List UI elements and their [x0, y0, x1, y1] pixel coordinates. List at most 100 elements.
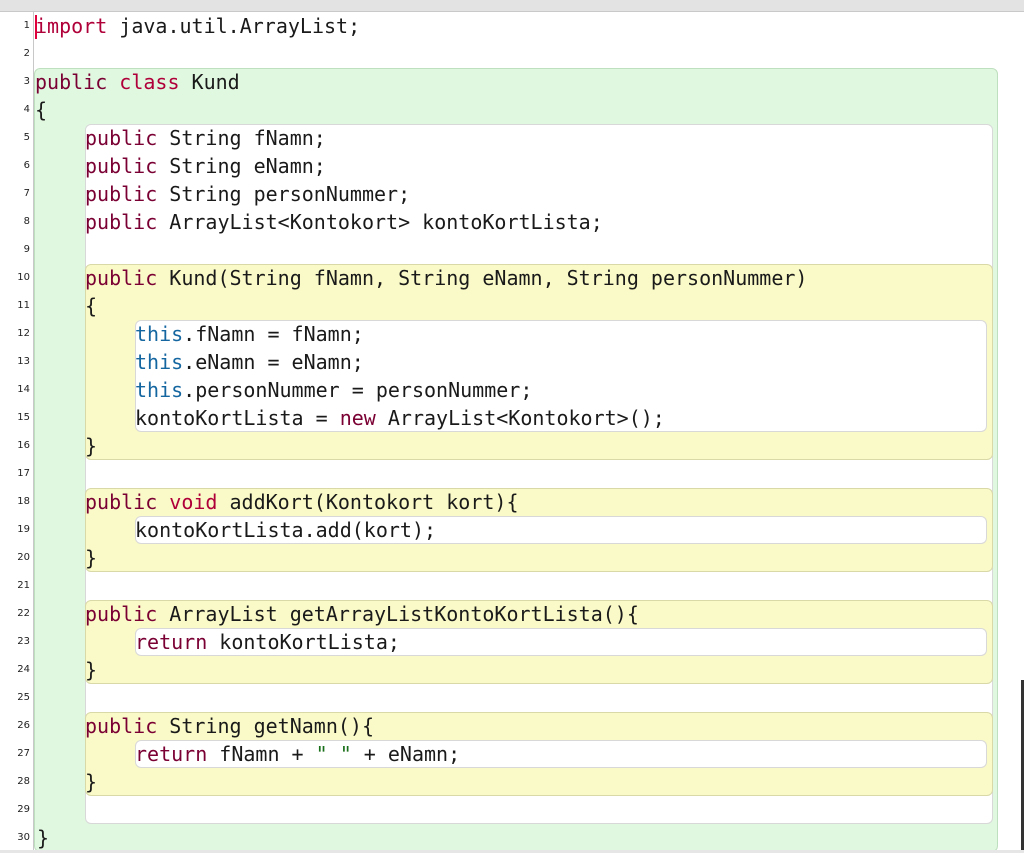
text-caret — [35, 15, 37, 39]
code-line[interactable]: return fNamn + " " + eNamn; — [135, 740, 460, 768]
code-token: public — [35, 70, 108, 94]
line-number: 14 — [17, 384, 30, 395]
code-token: { — [85, 294, 98, 318]
code-token: Kund — [179, 70, 240, 94]
line-number: 26 — [17, 720, 30, 731]
line-number: 9 — [23, 244, 30, 255]
line-number: 21 — [17, 580, 30, 591]
code-line[interactable]: public String getNamn(){ — [85, 712, 374, 740]
code-line[interactable]: public ArrayList<Kontokort> kontoKortLis… — [85, 208, 603, 236]
code-token: public — [85, 490, 158, 514]
line-number: 13 — [17, 356, 30, 367]
code-line[interactable]: } — [85, 432, 97, 460]
code-token: public — [85, 602, 158, 626]
code-line[interactable]: public class Kund — [35, 68, 240, 96]
code-line[interactable]: this.eNamn = eNamn; — [135, 348, 364, 376]
code-line[interactable]: import java.util.ArrayList; — [35, 12, 360, 40]
code-token: java.util.ArrayList; — [107, 14, 361, 38]
code-token: } — [37, 826, 50, 850]
line-number: 7 — [23, 188, 30, 199]
code-token: " " — [315, 742, 352, 766]
code-token: void — [169, 490, 218, 514]
line-number: 12 — [17, 328, 30, 339]
code-line[interactable]: public String eNamn; — [85, 152, 326, 180]
line-number: 3 — [23, 76, 30, 87]
code-token: public — [85, 182, 158, 206]
code-line[interactable]: kontoKortLista.add(kort); — [135, 516, 436, 544]
code-line[interactable]: this.fNamn = fNamn; — [135, 320, 364, 348]
code-token: } — [85, 434, 98, 458]
code-line[interactable]: public void addKort(Kontokort kort){ — [85, 488, 519, 516]
code-token: addKort(Kontokort kort){ — [217, 490, 519, 514]
line-number: 15 — [17, 412, 30, 423]
code-token: kontoKortLista.add(kort); — [135, 518, 437, 542]
line-number: 30 — [17, 832, 30, 843]
line-number: 28 — [17, 776, 30, 787]
code-line[interactable]: this.personNummer = personNummer; — [135, 376, 532, 404]
code-token: } — [85, 658, 98, 682]
code-line[interactable]: public String personNummer; — [85, 180, 410, 208]
code-line[interactable]: public String fNamn; — [85, 124, 326, 152]
code-token: public — [85, 714, 158, 738]
line-number: 24 — [17, 664, 30, 675]
line-number: 4 — [23, 104, 30, 115]
line-number: 29 — [17, 804, 30, 815]
code-token: kontoKortLista; — [207, 630, 400, 654]
code-token: ArrayList getArrayListKontoKortLista(){ — [157, 602, 639, 626]
code-token: .personNummer = personNummer; — [183, 378, 533, 402]
code-line[interactable]: } — [85, 768, 97, 796]
code-line[interactable]: return kontoKortLista; — [135, 628, 400, 656]
code-token: .fNamn = fNamn; — [183, 322, 364, 346]
code-token: return — [135, 742, 208, 766]
code-token: this — [135, 350, 184, 374]
code-token: class — [119, 70, 180, 94]
code-token: String fNamn; — [157, 126, 326, 150]
line-number: 22 — [17, 608, 30, 619]
code-token: ArrayList<Kontokort>(); — [375, 406, 665, 430]
line-number: 11 — [17, 300, 30, 311]
code-token: { — [35, 98, 48, 122]
code-line[interactable]: } — [85, 544, 97, 572]
code-token: .eNamn = eNamn; — [183, 350, 364, 374]
line-number: 5 — [23, 132, 30, 143]
line-number: 17 — [17, 468, 30, 479]
line-number: 20 — [17, 552, 30, 563]
line-number: 19 — [17, 524, 30, 535]
line-number: 18 — [17, 496, 30, 507]
code-line[interactable]: } — [85, 656, 97, 684]
code-token: public — [85, 210, 158, 234]
code-token: this — [135, 322, 184, 346]
code-line[interactable]: kontoKortLista = new ArrayList<Kontokort… — [135, 404, 665, 432]
code-token: } — [85, 546, 98, 570]
code-line[interactable]: public Kund(String fNamn, String eNamn, … — [85, 264, 807, 292]
line-number: 6 — [23, 160, 30, 171]
code-token: fNamn + — [207, 742, 316, 766]
line-number: 8 — [23, 216, 30, 227]
code-token: this — [135, 378, 184, 402]
code-line[interactable]: public ArrayList getArrayListKontoKortLi… — [85, 600, 639, 628]
code-line[interactable]: { — [85, 292, 97, 320]
line-number: 16 — [17, 440, 30, 451]
code-token: + eNamn; — [351, 742, 461, 766]
code-token: kontoKortLista = — [135, 406, 340, 430]
line-number: 27 — [17, 748, 30, 759]
code-token: new — [339, 406, 376, 430]
code-line[interactable]: { — [35, 96, 47, 124]
code-token: public — [85, 154, 158, 178]
code-token: } — [85, 770, 98, 794]
line-number: 23 — [17, 636, 30, 647]
code-line[interactable]: } — [37, 824, 49, 852]
code-token: Kund(String fNamn, String eNamn, String … — [157, 266, 808, 290]
code-token: ArrayList<Kontokort> kontoKortLista; — [157, 210, 603, 234]
code-token: public — [85, 126, 158, 150]
code-token: return — [135, 630, 208, 654]
code-token: public — [85, 266, 158, 290]
code-token: String eNamn; — [157, 154, 326, 178]
code-token: String personNummer; — [157, 182, 411, 206]
code-token: import — [35, 14, 108, 38]
line-number: 25 — [17, 692, 30, 703]
editor-top-bar — [0, 0, 1024, 12]
line-number: 1 — [23, 20, 30, 31]
